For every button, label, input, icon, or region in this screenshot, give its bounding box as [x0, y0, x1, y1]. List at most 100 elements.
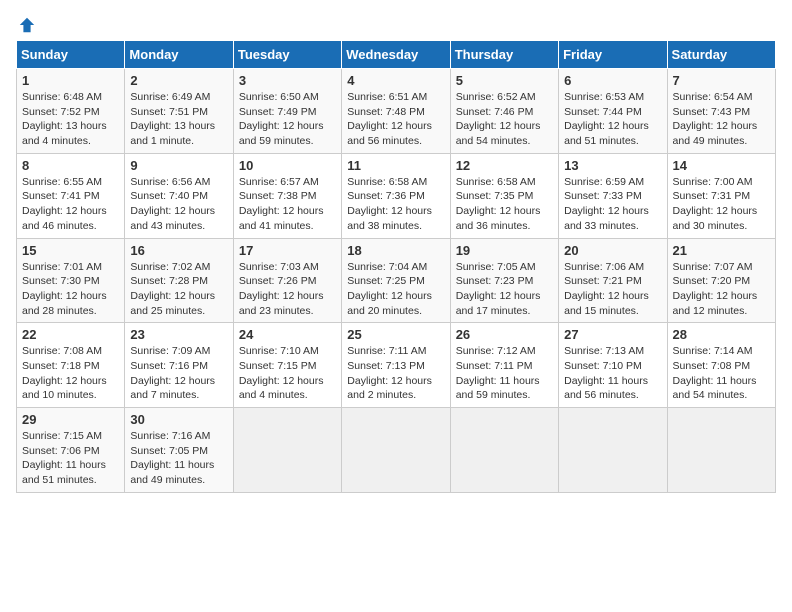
day-info: Sunrise: 7:13 AM Sunset: 7:10 PM Dayligh…: [564, 344, 661, 403]
day-info: Sunrise: 7:08 AM Sunset: 7:18 PM Dayligh…: [22, 344, 119, 403]
day-info: Sunrise: 6:56 AM Sunset: 7:40 PM Dayligh…: [130, 175, 227, 234]
day-info: Sunrise: 6:55 AM Sunset: 7:41 PM Dayligh…: [22, 175, 119, 234]
calendar-cell: 4 Sunrise: 6:51 AM Sunset: 7:48 PM Daylig…: [342, 69, 450, 154]
day-number: 4: [347, 73, 444, 88]
day-number: 20: [564, 243, 661, 258]
day-info: Sunrise: 7:01 AM Sunset: 7:30 PM Dayligh…: [22, 260, 119, 319]
day-number: 29: [22, 412, 119, 427]
day-info: Sunrise: 6:50 AM Sunset: 7:49 PM Dayligh…: [239, 90, 336, 149]
day-info: Sunrise: 7:14 AM Sunset: 7:08 PM Dayligh…: [673, 344, 770, 403]
day-number: 10: [239, 158, 336, 173]
day-number: 23: [130, 327, 227, 342]
day-info: Sunrise: 7:00 AM Sunset: 7:31 PM Dayligh…: [673, 175, 770, 234]
header-sunday: Sunday: [17, 41, 125, 69]
day-number: 28: [673, 327, 770, 342]
day-number: 27: [564, 327, 661, 342]
day-number: 25: [347, 327, 444, 342]
calendar-cell: 21 Sunrise: 7:07 AM Sunset: 7:20 PM Dayli…: [667, 238, 775, 323]
day-number: 2: [130, 73, 227, 88]
calendar-cell: 17 Sunrise: 7:03 AM Sunset: 7:26 PM Dayli…: [233, 238, 341, 323]
calendar-cell: 13 Sunrise: 6:59 AM Sunset: 7:33 PM Dayli…: [559, 153, 667, 238]
day-info: Sunrise: 6:48 AM Sunset: 7:52 PM Dayligh…: [22, 90, 119, 149]
day-info: Sunrise: 7:05 AM Sunset: 7:23 PM Dayligh…: [456, 260, 553, 319]
day-info: Sunrise: 7:03 AM Sunset: 7:26 PM Dayligh…: [239, 260, 336, 319]
day-number: 11: [347, 158, 444, 173]
calendar-cell: 1 Sunrise: 6:48 AM Sunset: 7:52 PM Daylig…: [17, 69, 125, 154]
day-number: 21: [673, 243, 770, 258]
day-number: 30: [130, 412, 227, 427]
calendar-cell: 3Sunrise: 6:50 AM Sunset: 7:49 PM Daylig…: [233, 69, 341, 154]
day-info: Sunrise: 7:06 AM Sunset: 7:21 PM Dayligh…: [564, 260, 661, 319]
calendar-cell: 28 Sunrise: 7:14 AM Sunset: 7:08 PM Dayli…: [667, 323, 775, 408]
day-number: 17: [239, 243, 336, 258]
day-info: Sunrise: 7:15 AM Sunset: 7:06 PM Dayligh…: [22, 429, 119, 488]
calendar-cell: 26 Sunrise: 7:12 AM Sunset: 7:11 PM Dayli…: [450, 323, 558, 408]
header-saturday: Saturday: [667, 41, 775, 69]
day-info: Sunrise: 7:02 AM Sunset: 7:28 PM Dayligh…: [130, 260, 227, 319]
calendar-week-2: 8 Sunrise: 6:55 AM Sunset: 7:41 PM Daylig…: [17, 153, 776, 238]
day-info: Sunrise: 7:04 AM Sunset: 7:25 PM Dayligh…: [347, 260, 444, 319]
day-number: 13: [564, 158, 661, 173]
calendar-week-5: 29 Sunrise: 7:15 AM Sunset: 7:06 PM Dayli…: [17, 408, 776, 493]
calendar-cell: 18 Sunrise: 7:04 AM Sunset: 7:25 PM Dayli…: [342, 238, 450, 323]
calendar-header-row: SundayMondayTuesdayWednesdayThursdayFrid…: [17, 41, 776, 69]
day-info: Sunrise: 7:12 AM Sunset: 7:11 PM Dayligh…: [456, 344, 553, 403]
calendar-cell: [450, 408, 558, 493]
calendar-cell: 5Sunrise: 6:52 AM Sunset: 7:46 PM Daylig…: [450, 69, 558, 154]
page-header: [16, 16, 776, 30]
day-number: 6: [564, 73, 661, 88]
calendar-cell: 12 Sunrise: 6:58 AM Sunset: 7:35 PM Dayli…: [450, 153, 558, 238]
day-number: 26: [456, 327, 553, 342]
calendar-cell: [559, 408, 667, 493]
day-info: Sunrise: 7:07 AM Sunset: 7:20 PM Dayligh…: [673, 260, 770, 319]
calendar-cell: [342, 408, 450, 493]
calendar-cell: 15 Sunrise: 7:01 AM Sunset: 7:30 PM Dayli…: [17, 238, 125, 323]
day-info: Sunrise: 6:54 AM Sunset: 7:43 PM Dayligh…: [673, 90, 770, 149]
calendar-cell: 20 Sunrise: 7:06 AM Sunset: 7:21 PM Dayli…: [559, 238, 667, 323]
day-number: 5: [456, 73, 553, 88]
day-info: Sunrise: 6:58 AM Sunset: 7:36 PM Dayligh…: [347, 175, 444, 234]
calendar-cell: 7 Sunrise: 6:54 AM Sunset: 7:43 PM Daylig…: [667, 69, 775, 154]
day-number: 18: [347, 243, 444, 258]
logo-icon: [18, 16, 36, 34]
calendar-table: SundayMondayTuesdayWednesdayThursdayFrid…: [16, 40, 776, 493]
calendar-cell: 9Sunrise: 6:56 AM Sunset: 7:40 PM Daylig…: [125, 153, 233, 238]
day-info: Sunrise: 6:53 AM Sunset: 7:44 PM Dayligh…: [564, 90, 661, 149]
calendar-cell: [233, 408, 341, 493]
day-number: 16: [130, 243, 227, 258]
calendar-cell: 30 Sunrise: 7:16 AM Sunset: 7:05 PM Dayli…: [125, 408, 233, 493]
calendar-cell: 14 Sunrise: 7:00 AM Sunset: 7:31 PM Dayli…: [667, 153, 775, 238]
calendar-cell: 27 Sunrise: 7:13 AM Sunset: 7:10 PM Dayli…: [559, 323, 667, 408]
header-thursday: Thursday: [450, 41, 558, 69]
calendar-cell: 16 Sunrise: 7:02 AM Sunset: 7:28 PM Dayli…: [125, 238, 233, 323]
day-number: 1: [22, 73, 119, 88]
day-info: Sunrise: 6:57 AM Sunset: 7:38 PM Dayligh…: [239, 175, 336, 234]
calendar-cell: 22 Sunrise: 7:08 AM Sunset: 7:18 PM Dayli…: [17, 323, 125, 408]
day-info: Sunrise: 6:51 AM Sunset: 7:48 PM Dayligh…: [347, 90, 444, 149]
header-tuesday: Tuesday: [233, 41, 341, 69]
day-number: 7: [673, 73, 770, 88]
calendar-cell: [667, 408, 775, 493]
day-number: 8: [22, 158, 119, 173]
day-info: Sunrise: 6:58 AM Sunset: 7:35 PM Dayligh…: [456, 175, 553, 234]
header-friday: Friday: [559, 41, 667, 69]
calendar-cell: 24 Sunrise: 7:10 AM Sunset: 7:15 PM Dayli…: [233, 323, 341, 408]
day-number: 24: [239, 327, 336, 342]
day-info: Sunrise: 7:10 AM Sunset: 7:15 PM Dayligh…: [239, 344, 336, 403]
header-monday: Monday: [125, 41, 233, 69]
day-info: Sunrise: 7:11 AM Sunset: 7:13 PM Dayligh…: [347, 344, 444, 403]
calendar-cell: 19 Sunrise: 7:05 AM Sunset: 7:23 PM Dayli…: [450, 238, 558, 323]
day-info: Sunrise: 6:59 AM Sunset: 7:33 PM Dayligh…: [564, 175, 661, 234]
day-number: 19: [456, 243, 553, 258]
calendar-cell: 29 Sunrise: 7:15 AM Sunset: 7:06 PM Dayli…: [17, 408, 125, 493]
calendar-cell: 11 Sunrise: 6:58 AM Sunset: 7:36 PM Dayli…: [342, 153, 450, 238]
day-number: 12: [456, 158, 553, 173]
day-number: 15: [22, 243, 119, 258]
day-info: Sunrise: 7:16 AM Sunset: 7:05 PM Dayligh…: [130, 429, 227, 488]
day-info: Sunrise: 6:49 AM Sunset: 7:51 PM Dayligh…: [130, 90, 227, 149]
day-number: 14: [673, 158, 770, 173]
calendar-week-4: 22 Sunrise: 7:08 AM Sunset: 7:18 PM Dayli…: [17, 323, 776, 408]
day-number: 22: [22, 327, 119, 342]
day-info: Sunrise: 7:09 AM Sunset: 7:16 PM Dayligh…: [130, 344, 227, 403]
calendar-week-1: 1 Sunrise: 6:48 AM Sunset: 7:52 PM Daylig…: [17, 69, 776, 154]
